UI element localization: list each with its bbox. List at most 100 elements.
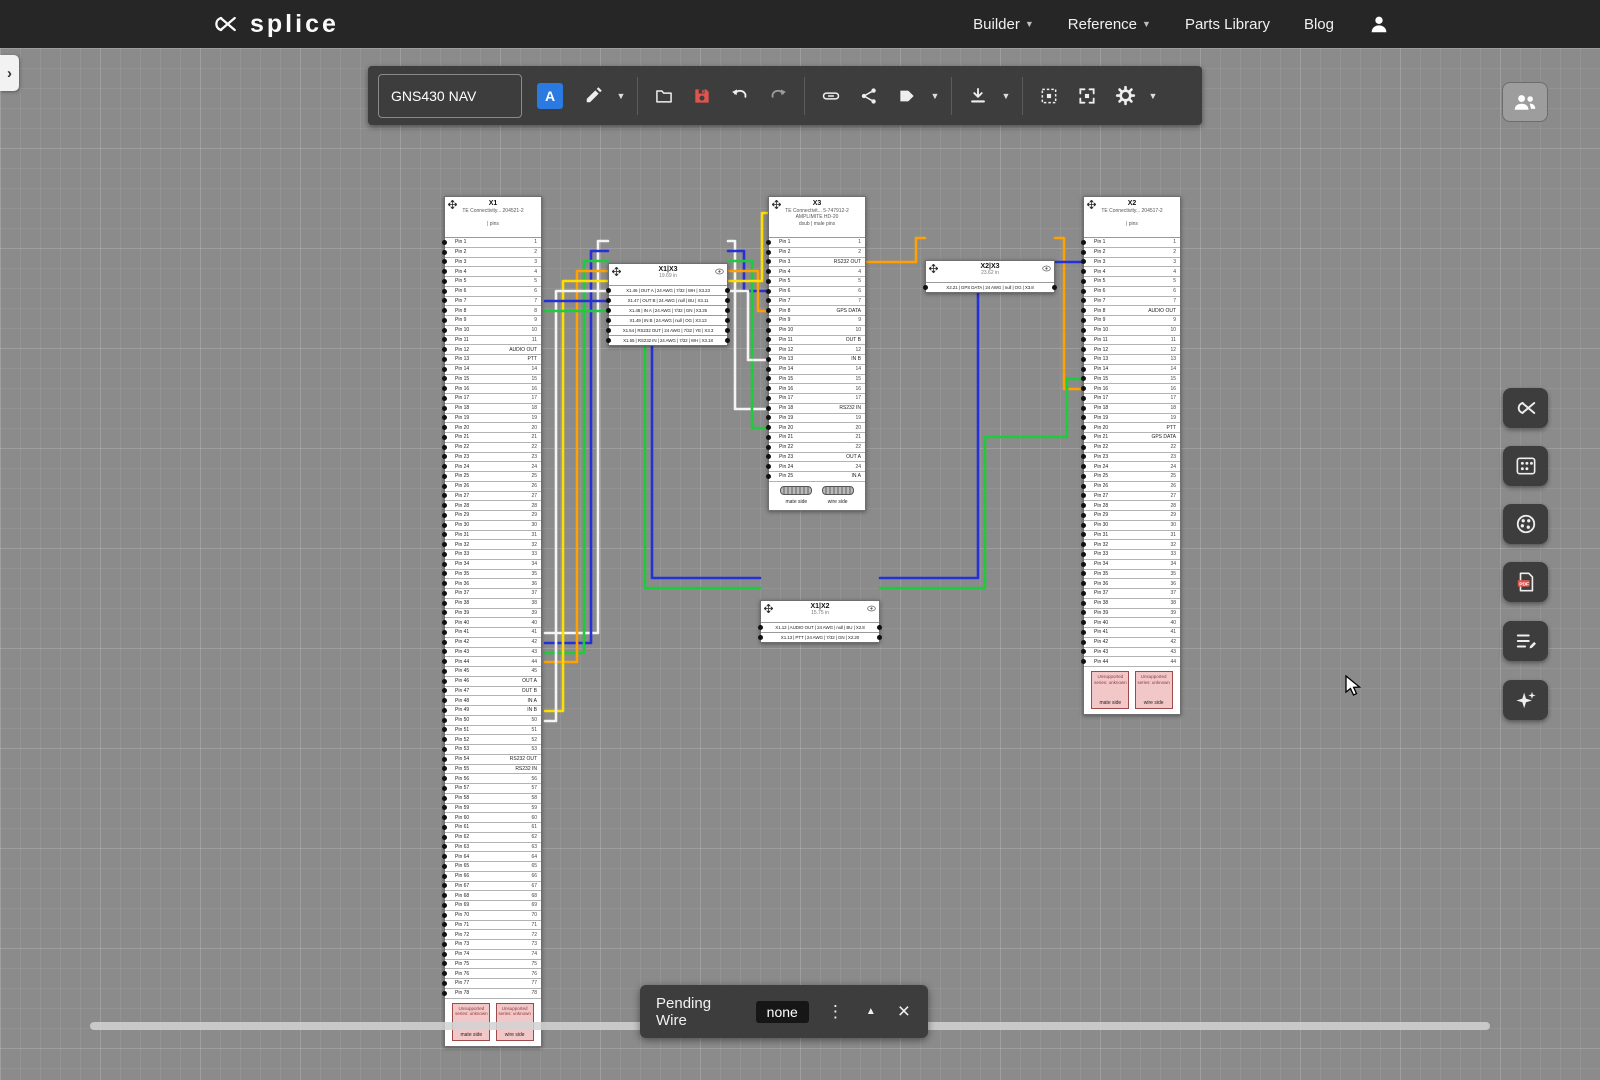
pin-row-x1-44[interactable]: Pin 4444 bbox=[445, 657, 541, 667]
pin-row-x1-57[interactable]: Pin 5757 bbox=[445, 784, 541, 794]
wire-og[interactable] bbox=[728, 271, 768, 311]
pin-row-x2-26[interactable]: Pin 2626 bbox=[1084, 482, 1180, 492]
pin-row-x2-30[interactable]: Pin 3030 bbox=[1084, 521, 1180, 531]
pin-row-x1-38[interactable]: Pin 3838 bbox=[445, 599, 541, 609]
pin-row-x1-4[interactable]: Pin 44 bbox=[445, 267, 541, 277]
pin-row-x2-3[interactable]: Pin 33 bbox=[1084, 258, 1180, 268]
pin-row-x2-21[interactable]: Pin 21GPS DATA bbox=[1084, 433, 1180, 443]
pin-row-x1-58[interactable]: Pin 5858 bbox=[445, 794, 541, 804]
pin-row-x1-28[interactable]: Pin 2828 bbox=[445, 501, 541, 511]
pin-row-x2-10[interactable]: Pin 1010 bbox=[1084, 326, 1180, 336]
pin-row-x2-40[interactable]: Pin 4040 bbox=[1084, 618, 1180, 628]
pin-row-x1-17[interactable]: Pin 1717 bbox=[445, 394, 541, 404]
pending-wire-close-button[interactable]: × bbox=[896, 1001, 912, 1022]
pin-row-x1-53[interactable]: Pin 5353 bbox=[445, 745, 541, 755]
pin-row-x1-61[interactable]: Pin 6161 bbox=[445, 823, 541, 833]
pin-row-x2-7[interactable]: Pin 77 bbox=[1084, 297, 1180, 307]
pin-row-x1-43[interactable]: Pin 4343 bbox=[445, 648, 541, 658]
bundle-wire-row[interactable]: X1.49 | IN B | 24 AWG | null | OG | X3.1… bbox=[609, 315, 727, 325]
wire-bu[interactable] bbox=[728, 251, 768, 291]
pin-row-x1-5[interactable]: Pin 55 bbox=[445, 277, 541, 287]
expand-left-panel-tab[interactable]: › bbox=[0, 55, 19, 91]
pin-row-x1-21[interactable]: Pin 2121 bbox=[445, 433, 541, 443]
harness-name-input[interactable] bbox=[378, 74, 522, 118]
pin-row-x1-14[interactable]: Pin 1414 bbox=[445, 365, 541, 375]
share-link-button[interactable] bbox=[813, 74, 849, 118]
wire-og[interactable] bbox=[545, 271, 608, 662]
pin-row-x2-41[interactable]: Pin 4141 bbox=[1084, 628, 1180, 638]
connector-x3[interactable]: X3TE Connectivit... 5-747912-2AMPLIMITE … bbox=[768, 196, 866, 511]
nav-item-reference[interactable]: Reference▼ bbox=[1068, 16, 1151, 33]
pin-row-x2-2[interactable]: Pin 22 bbox=[1084, 248, 1180, 258]
select-region-button[interactable] bbox=[1031, 74, 1067, 118]
brand[interactable]: splice bbox=[210, 10, 339, 39]
open-button[interactable] bbox=[646, 74, 682, 118]
wire-gn[interactable] bbox=[728, 261, 768, 428]
pin-row-x2-38[interactable]: Pin 3838 bbox=[1084, 599, 1180, 609]
connector-x2[interactable]: X2TE Connectivity... 204517-2 | pinsPin … bbox=[1083, 196, 1181, 715]
pin-row-x2-24[interactable]: Pin 2424 bbox=[1084, 462, 1180, 472]
pin-row-x1-50[interactable]: Pin 5050 bbox=[445, 716, 541, 726]
pin-row-x2-19[interactable]: Pin 1919 bbox=[1084, 414, 1180, 424]
pin-row-x1-12[interactable]: Pin 12AUDIO OUT bbox=[445, 345, 541, 355]
pin-row-x3-22[interactable]: Pin 2222 bbox=[769, 443, 865, 453]
pin-row-x1-37[interactable]: Pin 3737 bbox=[445, 589, 541, 599]
wire-ye[interactable] bbox=[545, 281, 608, 711]
move-handle-icon[interactable] bbox=[772, 200, 781, 209]
wire-wh[interactable] bbox=[728, 241, 768, 409]
undo-button[interactable] bbox=[722, 74, 758, 118]
pin-row-x1-24[interactable]: Pin 2424 bbox=[445, 462, 541, 472]
wire-bu[interactable] bbox=[545, 251, 608, 643]
pin-row-x2-5[interactable]: Pin 55 bbox=[1084, 277, 1180, 287]
pin-row-x2-18[interactable]: Pin 1818 bbox=[1084, 404, 1180, 414]
pin-row-x2-20[interactable]: Pin 20PTT bbox=[1084, 423, 1180, 433]
pin-row-x2-4[interactable]: Pin 44 bbox=[1084, 267, 1180, 277]
cutlist-notes-button[interactable] bbox=[1503, 621, 1548, 661]
pin-row-x1-25[interactable]: Pin 2525 bbox=[445, 472, 541, 482]
pin-row-x1-1[interactable]: Pin 11 bbox=[445, 238, 541, 248]
pin-row-x1-9[interactable]: Pin 99 bbox=[445, 316, 541, 326]
pin-row-x1-46[interactable]: Pin 46OUT A bbox=[445, 677, 541, 687]
pin-row-x2-29[interactable]: Pin 2929 bbox=[1084, 511, 1180, 521]
pin-row-x1-30[interactable]: Pin 3030 bbox=[445, 521, 541, 531]
pin-row-x1-67[interactable]: Pin 6767 bbox=[445, 882, 541, 892]
pin-row-x3-25[interactable]: Pin 25IN A bbox=[769, 472, 865, 482]
autosave-badge[interactable]: A bbox=[537, 83, 563, 109]
pin-row-x2-43[interactable]: Pin 4343 bbox=[1084, 648, 1180, 658]
pin-row-x2-42[interactable]: Pin 4242 bbox=[1084, 638, 1180, 648]
pin-row-x3-9[interactable]: Pin 99 bbox=[769, 316, 865, 326]
redo-button[interactable] bbox=[760, 74, 796, 118]
pin-row-x1-19[interactable]: Pin 1919 bbox=[445, 414, 541, 424]
pin-row-x1-52[interactable]: Pin 5252 bbox=[445, 735, 541, 745]
pending-wire-menu-button[interactable]: ⋮ bbox=[823, 1002, 848, 1022]
pin-row-x2-31[interactable]: Pin 3131 bbox=[1084, 531, 1180, 541]
pin-row-x1-72[interactable]: Pin 7272 bbox=[445, 930, 541, 940]
download-button[interactable] bbox=[960, 74, 996, 118]
bundle-wire-row[interactable]: X1.55 | RS232 IN | 24 AWG | 7/32 | WH | … bbox=[609, 335, 727, 345]
pin-row-x1-41[interactable]: Pin 4141 bbox=[445, 628, 541, 638]
pin-row-x1-62[interactable]: Pin 6262 bbox=[445, 833, 541, 843]
pin-row-x3-21[interactable]: Pin 2121 bbox=[769, 433, 865, 443]
pin-row-x1-65[interactable]: Pin 6565 bbox=[445, 862, 541, 872]
pin-row-x3-15[interactable]: Pin 1515 bbox=[769, 375, 865, 385]
pin-row-x1-27[interactable]: Pin 2727 bbox=[445, 492, 541, 502]
wire-og[interactable] bbox=[1055, 238, 1083, 389]
pin-row-x1-8[interactable]: Pin 88 bbox=[445, 306, 541, 316]
pin-row-x1-31[interactable]: Pin 3131 bbox=[445, 531, 541, 541]
bundle-wire-row[interactable]: X1.13 | PTT | 24 AWG | 7/32 | GN | X2.20 bbox=[761, 632, 879, 642]
pin-row-x2-23[interactable]: Pin 2323 bbox=[1084, 453, 1180, 463]
wire-wh[interactable] bbox=[545, 291, 608, 721]
pin-row-x3-4[interactable]: Pin 44 bbox=[769, 267, 865, 277]
pin-row-x1-70[interactable]: Pin 7070 bbox=[445, 911, 541, 921]
pin-row-x1-22[interactable]: Pin 2222 bbox=[445, 443, 541, 453]
pin-row-x1-45[interactable]: Pin 4545 bbox=[445, 667, 541, 677]
pin-row-x3-7[interactable]: Pin 77 bbox=[769, 297, 865, 307]
pin-row-x2-33[interactable]: Pin 3333 bbox=[1084, 550, 1180, 560]
wire-ye[interactable] bbox=[728, 213, 768, 281]
pin-row-x1-6[interactable]: Pin 66 bbox=[445, 287, 541, 297]
pin-row-x1-76[interactable]: Pin 7676 bbox=[445, 969, 541, 979]
wire-og[interactable] bbox=[866, 238, 925, 262]
pin-row-x2-13[interactable]: Pin 1313 bbox=[1084, 355, 1180, 365]
pin-row-x2-12[interactable]: Pin 1212 bbox=[1084, 345, 1180, 355]
visibility-eye-icon[interactable] bbox=[867, 605, 876, 612]
